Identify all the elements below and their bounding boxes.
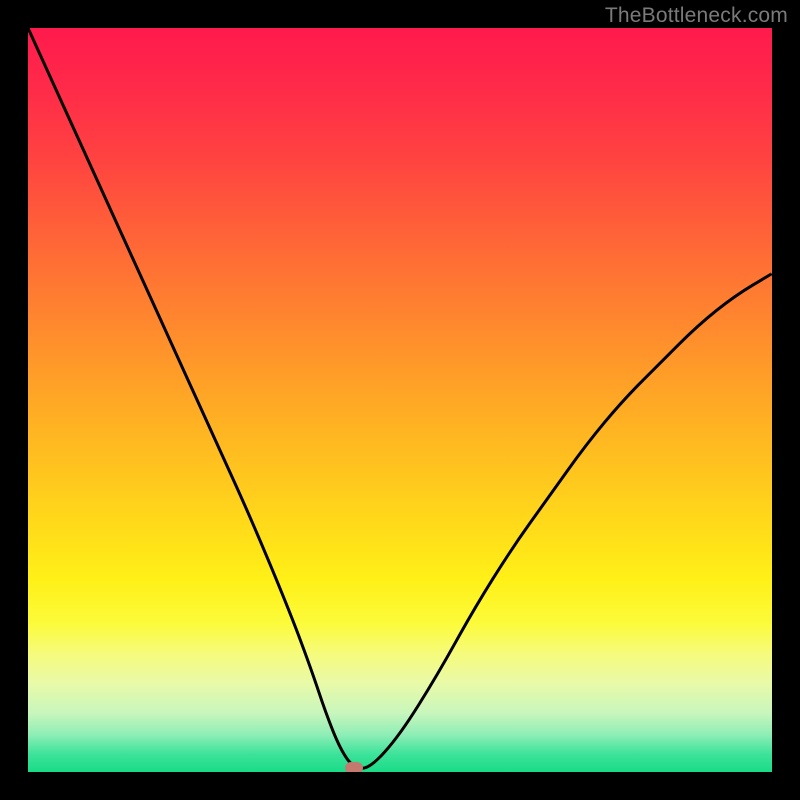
optimal-point-marker (345, 762, 363, 772)
chart-frame: TheBottleneck.com (0, 0, 800, 800)
watermark-text: TheBottleneck.com (605, 4, 788, 28)
plot-area (28, 28, 772, 772)
bottleneck-curve (28, 28, 772, 772)
